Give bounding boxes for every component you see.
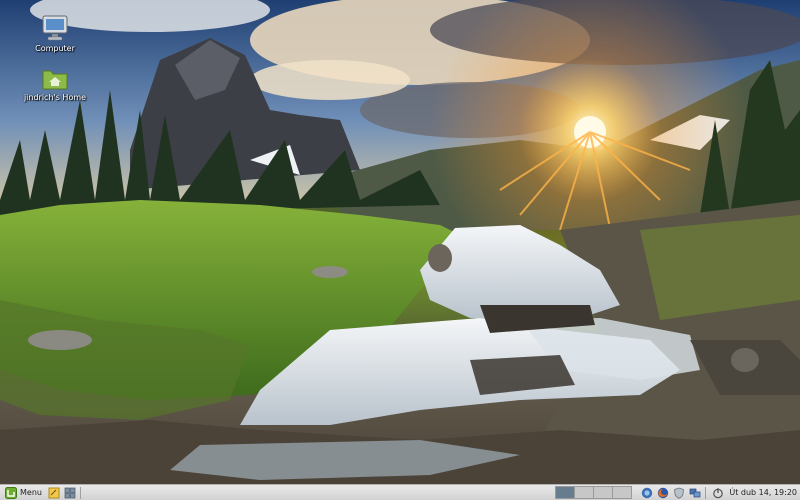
notes-icon [48,487,60,498]
update-shield-tray[interactable] [672,486,686,500]
clock[interactable]: Út dub 14, 19:20 [729,488,797,497]
monitor-icon [42,15,68,41]
workspace-2[interactable] [574,486,595,499]
taskbar: Menu Út dub 14, 19:20 [0,484,800,500]
window-switcher-launcher[interactable] [63,486,77,500]
mint-menu-icon [5,486,17,499]
pidgin-icon [642,487,653,498]
power-icon [713,487,724,498]
home-folder-icon [42,70,68,90]
network-tray[interactable] [688,486,702,500]
power-tray[interactable] [711,486,725,500]
desktop[interactable]: Computer jindrich's Home [0,0,800,484]
firefox-tray[interactable] [656,486,670,500]
menu-button[interactable]: Menu [2,486,45,500]
workspace-1[interactable] [555,486,576,499]
pidgin-tray[interactable] [640,486,654,500]
panel-separator [79,486,81,499]
workspace-switcher [555,486,633,499]
wallpaper-image [0,0,800,484]
desktop-icon-label: Computer [35,44,75,53]
workspace-4[interactable] [612,486,633,499]
desktop-icon-label: jindrich's Home [23,93,87,102]
workspace-3[interactable] [593,486,614,499]
desktop-icon-computer[interactable]: Computer [20,13,90,53]
shield-icon [674,487,685,499]
network-icon [690,488,701,497]
notes-launcher[interactable] [47,486,61,500]
firefox-icon [658,487,669,498]
window-switcher-icon [64,487,76,498]
menu-label: Menu [20,488,42,497]
desktop-icon-home[interactable]: jindrich's Home [20,66,90,102]
panel-separator [705,486,707,499]
